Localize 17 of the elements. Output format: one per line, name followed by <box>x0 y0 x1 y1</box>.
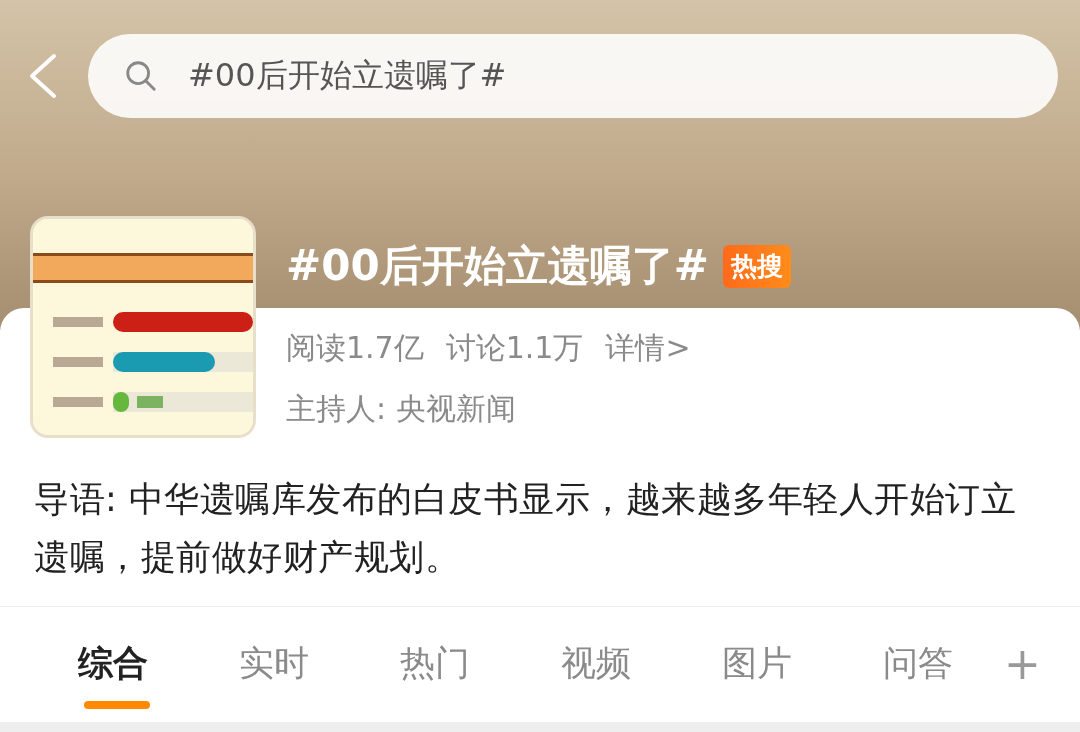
stat-text: 讨论1.1万 <box>445 329 584 367</box>
tab[interactable]: 问答 <box>883 607 953 719</box>
search-icon <box>124 59 158 93</box>
intro-text: 导语: 中华遗嘱库发布的白皮书显示，越来越多年轻人开始订立遗嘱，提前做好财产规划。 <box>33 478 1018 579</box>
details-link[interactable]: 详情> <box>605 328 691 369</box>
hot-badge: 热搜 <box>722 244 791 288</box>
stat-text: 阅读1.7亿 <box>286 329 424 367</box>
tab[interactable]: 视频 <box>561 607 631 719</box>
tab[interactable]: 图片 <box>722 607 792 719</box>
add-tab-button[interactable]: + <box>1004 637 1041 689</box>
search-field[interactable]: #00后开始立遗嘱了# <box>88 34 1058 118</box>
tab[interactable]: 实时 <box>239 607 309 719</box>
topic-title: #00后开始立遗嘱了# <box>286 240 709 292</box>
tab[interactable]: 热门 <box>400 607 470 719</box>
host-label: 主持人: 央视新闻 <box>286 390 517 428</box>
tab[interactable]: 综合 <box>78 607 148 719</box>
search-text: #00后开始立遗嘱了# <box>188 55 507 96</box>
